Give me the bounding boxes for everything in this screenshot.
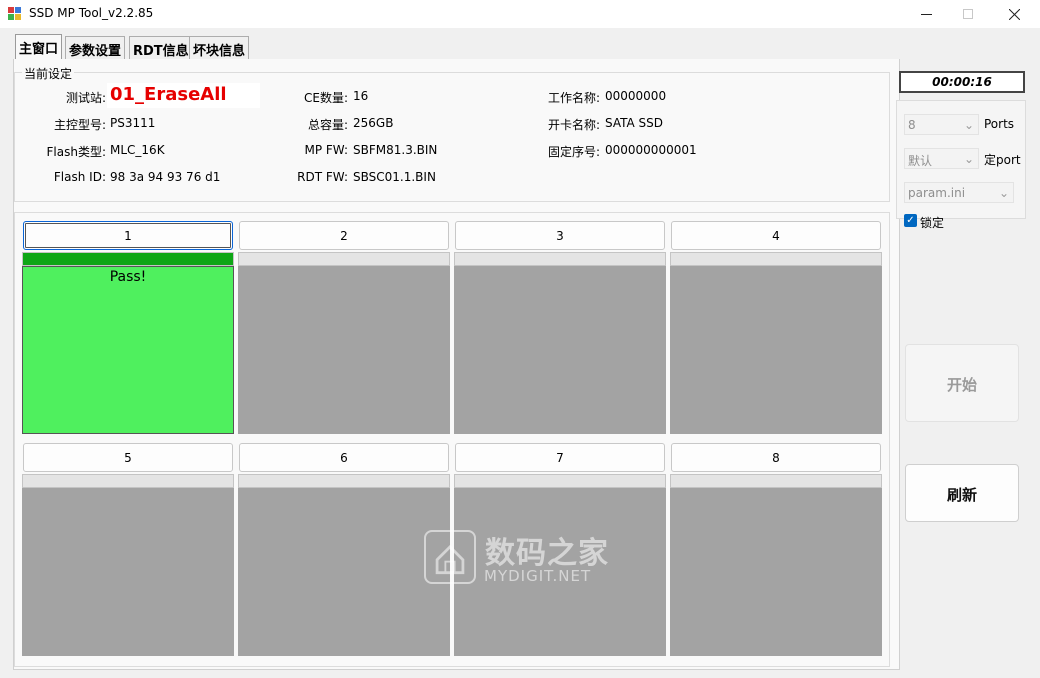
port-mode-combo[interactable]: 默认 ⌄ [904, 148, 979, 169]
chevron-down-icon: ⌄ [963, 118, 974, 132]
tab-main-window[interactable]: 主窗口 [15, 34, 63, 60]
app-window: SSD MP Tool_v2.2.85 主窗口 参数设置 RDT信息 坏块信息 … [0, 0, 1040, 678]
port-status-3 [454, 266, 666, 434]
close-button[interactable] [991, 0, 1037, 28]
current-settings-legend: 当前设定 [22, 65, 75, 82]
tab-parameter-settings[interactable]: 参数设置 [65, 36, 126, 59]
card-name-value: SATA SSD [605, 116, 664, 130]
work-name-value: 00000000 [605, 89, 667, 103]
capacity-label: 总容量: [307, 118, 348, 132]
port-button-5[interactable]: 5 [23, 443, 233, 472]
rdt-fw-label: RDT FW: [297, 170, 348, 184]
ports-label: Ports [984, 117, 1015, 131]
tab-bad-block-info[interactable]: 坏块信息 [189, 36, 250, 59]
watermark-cn-text: 数码之家 [485, 536, 609, 571]
ce-count-value: 16 [353, 89, 369, 103]
watermark-en-text: MYDIGIT.NET [484, 567, 592, 585]
port-button-4[interactable]: 4 [671, 221, 881, 250]
port-status-8 [670, 488, 882, 656]
lock-label: 锁定 [920, 216, 945, 230]
close-icon [1008, 8, 1020, 20]
flash-id-value: 98 3a 94 93 76 d1 [110, 170, 221, 184]
chevron-down-icon: ⌄ [998, 186, 1009, 200]
maximize-icon [963, 9, 973, 19]
minimize-icon [920, 13, 932, 15]
port-progress-3 [454, 252, 666, 266]
app-icon [8, 7, 21, 20]
capacity-value: 256GB [353, 116, 394, 130]
port-button-8[interactable]: 8 [671, 443, 881, 472]
ports-count-combo[interactable]: 8 ⌄ [904, 114, 979, 135]
title-bar: SSD MP Tool_v2.2.85 [0, 0, 1040, 28]
port-status-4 [670, 266, 882, 434]
port-button-2[interactable]: 2 [239, 221, 449, 250]
controller-label: 主控型号: [53, 118, 106, 132]
port-progress-fill-1 [23, 253, 233, 265]
port-status-5 [22, 488, 234, 656]
port-button-1[interactable]: 1 [23, 221, 233, 250]
tab-rdt-info[interactable]: RDT信息 [129, 36, 193, 59]
fixed-port-label: 定port [984, 153, 1021, 167]
port-button-6[interactable]: 6 [239, 443, 449, 472]
port-progress-7 [454, 474, 666, 488]
minimize-button[interactable] [903, 0, 949, 28]
serial-value: 000000000001 [605, 143, 697, 157]
port-progress-1 [22, 252, 234, 266]
work-name-label: 工作名称: [547, 91, 600, 105]
ports-count-value: 8 [908, 118, 916, 132]
port-progress-2 [238, 252, 450, 266]
serial-label: 固定序号: [547, 145, 600, 159]
maximize-button[interactable] [945, 0, 991, 28]
chevron-down-icon: ⌄ [963, 152, 974, 166]
refresh-button[interactable]: 刷新 [905, 464, 1019, 522]
start-button[interactable]: 开始 [905, 344, 1019, 422]
port-progress-5 [22, 474, 234, 488]
ce-count-label: CE数量: [303, 91, 348, 105]
controller-value: PS3111 [110, 116, 156, 130]
port-progress-6 [238, 474, 450, 488]
flash-type-value: MLC_16K [110, 143, 165, 157]
port-button-3[interactable]: 3 [455, 221, 665, 250]
elapsed-timer: 00:00:16 [899, 71, 1025, 93]
port-status-6 [238, 488, 450, 656]
station-label: 测试站: [65, 91, 106, 105]
port-progress-4 [670, 252, 882, 266]
mp-fw-label: MP FW: [304, 143, 348, 157]
port-status-2 [238, 266, 450, 434]
mp-fw-value: SBFM81.3.BIN [353, 143, 438, 157]
flash-type-label: Flash类型: [46, 145, 107, 159]
watermark: 数码之家 MYDIGIT.NET [424, 528, 624, 588]
window-title: SSD MP Tool_v2.2.85 [29, 6, 154, 20]
param-file-value: param.ini [908, 186, 966, 200]
lock-checkbox[interactable]: ✓ [904, 214, 917, 227]
checkmark-icon: ✓ [906, 215, 915, 226]
watermark-house-icon [424, 530, 476, 584]
port-mode-value: 默认 [908, 154, 933, 168]
flash-id-label: Flash ID: [53, 170, 106, 184]
port-progress-8 [670, 474, 882, 488]
station-value: 01_EraseAll [107, 83, 260, 108]
rdt-fw-value: SBSC01.1.BIN [353, 170, 436, 184]
param-file-combo[interactable]: param.ini ⌄ [904, 182, 1014, 203]
port-button-7[interactable]: 7 [455, 443, 665, 472]
port-status-1: Pass! [22, 266, 234, 434]
card-name-label: 开卡名称: [547, 118, 600, 132]
